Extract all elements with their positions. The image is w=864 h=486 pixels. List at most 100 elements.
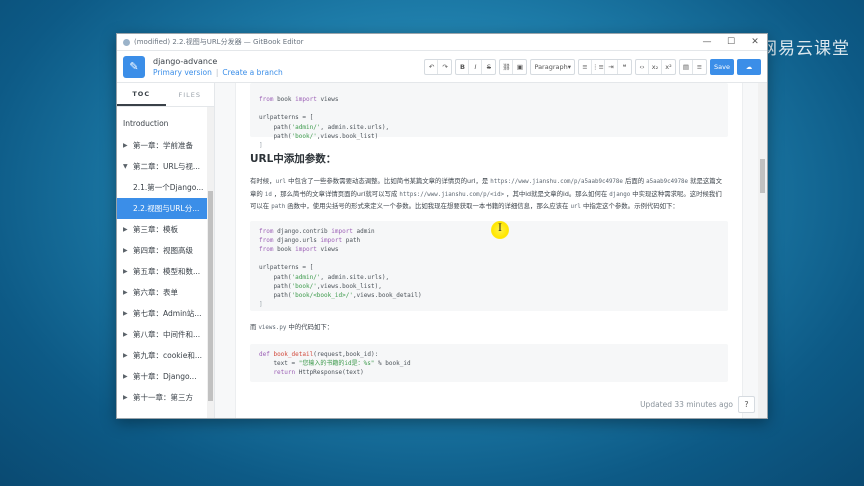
maximize-icon[interactable]: ☐	[719, 34, 743, 50]
branch-line: Primary version | Create a branch	[153, 67, 283, 77]
insert-group: ⛓ ▣	[499, 58, 528, 75]
strikethrough-button[interactable]: S	[482, 60, 495, 74]
code-icon[interactable]: ‹›	[636, 59, 649, 74]
toc-item-chapter-7[interactable]: ▶ 第七章：Admin站...	[117, 303, 214, 324]
image-icon[interactable]: ▣	[513, 60, 526, 74]
close-icon[interactable]: ✕	[743, 34, 767, 50]
toc-item-label: 第六章：表单	[133, 288, 178, 297]
indent-icon[interactable]: ⇥	[605, 59, 618, 74]
publish-icon[interactable]: ☁	[737, 58, 761, 75]
paragraph[interactable]: 有时候，url 中包含了一些参数需要动态调整。比如简书某篇文章的详情页的url，…	[250, 176, 728, 214]
book-info: django-advance Primary version | Create a …	[153, 57, 283, 77]
toc-item-label: Introduction	[123, 118, 169, 128]
sidebar-tabs: TOC FILES	[117, 83, 214, 107]
toc-item-label: 第五章：模型和数...	[133, 267, 201, 276]
document-page[interactable]: from book import views urlpatterns = [ p…	[235, 83, 743, 418]
toc-item-label: 第三章：模板	[133, 225, 178, 234]
edit-book-icon[interactable]: ✎	[123, 55, 145, 78]
toc-item-chapter-3[interactable]: ▶ 第三章：模板	[117, 219, 214, 240]
editor-scrollbar-thumb[interactable]	[760, 159, 765, 193]
italic-button[interactable]: I	[469, 59, 483, 74]
caret-right-icon[interactable]: ▶	[123, 289, 133, 296]
toc-item-label: 2.1.第一个Django...	[133, 183, 204, 192]
sidebar-scrollbar[interactable]	[207, 107, 214, 418]
caret-right-icon[interactable]: ▶	[123, 142, 133, 149]
redo-icon[interactable]: ↷	[438, 60, 451, 74]
quote-icon[interactable]: ❝	[618, 60, 631, 74]
toc-item-chapter-2[interactable]: ▼ 第二章：URL与视...	[117, 156, 214, 177]
window-controls: — ☐ ✕	[695, 34, 767, 50]
toc-item-label: 第十一章：第三方	[133, 393, 193, 402]
help-button[interactable]: ?	[738, 396, 755, 413]
chevron-down-icon: ▾	[567, 62, 571, 71]
gitbook-editor-window: (modified) 2.2.视图与URL分发器 — GitBook Edito…	[116, 33, 768, 419]
toc-item-chapter-11[interactable]: ▶ 第十一章：第三方	[117, 387, 214, 408]
tab-files[interactable]: FILES	[166, 83, 215, 106]
paragraph-label: Paragraph	[534, 62, 568, 71]
toc-item-label: 第四章：视图高级	[133, 246, 193, 255]
create-branch-link[interactable]: Create a branch	[222, 68, 282, 77]
toc-item-2-2[interactable]: 2.2.视图与URL分...	[117, 198, 214, 219]
text-cursor-icon: I	[498, 223, 502, 234]
bullet-list-icon[interactable]: ≡	[579, 59, 592, 74]
caret-right-icon[interactable]: ▶	[123, 310, 133, 317]
caret-down-icon[interactable]: ▼	[123, 163, 133, 170]
toc-item-chapter-8[interactable]: ▶ 第八章：中间件和...	[117, 324, 214, 345]
editor-area: from book import views urlpatterns = [ p…	[215, 83, 767, 418]
tab-toc[interactable]: TOC	[117, 83, 166, 106]
sidebar: TOC FILES Introduction ▶ 第一章：学前准备 ▼ 第二章：UR…	[117, 83, 215, 418]
branch-selector[interactable]: Primary version	[153, 68, 212, 77]
toc-item-2-1[interactable]: 2.1.第一个Django...	[117, 177, 214, 198]
editor-scrollbar[interactable]	[758, 83, 767, 418]
toc-list: Introduction ▶ 第一章：学前准备 ▼ 第二章：URL与视... 2.1…	[117, 107, 214, 418]
book-name: django-advance	[153, 56, 218, 66]
last-updated-status: Updated 33 minutes ago	[640, 400, 733, 409]
paragraph[interactable]: 而 views.py 中的代码如下：	[250, 322, 728, 335]
toc-item-chapter-6[interactable]: ▶ 第六章：表单	[117, 282, 214, 303]
code-block[interactable]: def book_detail(request,book_id): text =…	[250, 344, 728, 382]
sidebar-scrollbar-thumb[interactable]	[208, 191, 213, 401]
paragraph-dropdown[interactable]: Paragraph ▾	[530, 58, 575, 75]
toc-item-chapter-4[interactable]: ▶ 第四章：视图高级	[117, 240, 214, 261]
watermark-text: 网易云课堂	[760, 39, 850, 59]
window-title: (modified) 2.2.视图与URL分发器 — GitBook Edito…	[134, 38, 304, 46]
numbered-list-icon[interactable]: ⋮≡	[592, 59, 605, 74]
toc-item-label: 第十章：Django...	[133, 372, 197, 381]
section-heading: URL中添加参数：	[250, 153, 337, 165]
toc-item-label: 第七章：Admin站...	[133, 309, 202, 318]
superscript-button[interactable]: x²	[662, 60, 675, 74]
caret-right-icon[interactable]: ▶	[123, 352, 133, 359]
table-icon[interactable]: ▤	[680, 59, 693, 74]
link-icon[interactable]: ⛓	[500, 59, 514, 74]
toc-item-label: 2.2.视图与URL分...	[133, 204, 200, 213]
minimize-icon[interactable]: —	[695, 34, 719, 50]
caret-right-icon[interactable]: ▶	[123, 394, 133, 401]
caret-right-icon[interactable]: ▶	[123, 247, 133, 254]
caret-right-icon[interactable]: ▶	[123, 268, 133, 275]
toc-item-label: 第二章：URL与视...	[133, 162, 201, 171]
toc-item-chapter-9[interactable]: ▶ 第九章：cookie和...	[117, 345, 214, 366]
align-icon[interactable]: ≡	[693, 60, 706, 74]
toc-item-introduction[interactable]: Introduction	[117, 111, 214, 135]
undo-icon[interactable]: ↶	[425, 59, 439, 74]
history-group: ↶ ↷	[424, 58, 453, 75]
toc-item-label: 第八章：中间件和...	[133, 330, 201, 339]
layout-group: ▤ ≡	[679, 58, 707, 75]
toc-item-label: 第一章：学前准备	[133, 141, 193, 150]
text-style-group: B I S	[455, 58, 497, 75]
toc-item-chapter-5[interactable]: ▶ 第五章：模型和数...	[117, 261, 214, 282]
save-button[interactable]: Save	[710, 58, 734, 75]
subscript-button[interactable]: x₂	[649, 59, 662, 74]
toc-item-label: 第九章：cookie和...	[133, 351, 202, 360]
bold-button[interactable]: B	[456, 59, 470, 74]
code-block[interactable]: from django.contrib import admin from dj…	[250, 220, 728, 311]
code-block[interactable]: from book import views urlpatterns = [ p…	[250, 83, 728, 149]
toc-item-chapter-10[interactable]: ▶ 第十章：Django...	[117, 366, 214, 387]
format-toolbar: ↶ ↷ B I S ⛓ ▣ Paragraph ▾ ≡ ⋮≡ ⇥ ❝ ‹› x₂…	[424, 58, 767, 75]
code-group: ‹› x₂ x²	[635, 58, 676, 75]
title-bar: (modified) 2.2.视图与URL分发器 — GitBook Edito…	[117, 34, 767, 51]
caret-right-icon[interactable]: ▶	[123, 226, 133, 233]
caret-right-icon[interactable]: ▶	[123, 331, 133, 338]
toc-item-chapter-1[interactable]: ▶ 第一章：学前准备	[117, 135, 214, 156]
caret-right-icon[interactable]: ▶	[123, 373, 133, 380]
